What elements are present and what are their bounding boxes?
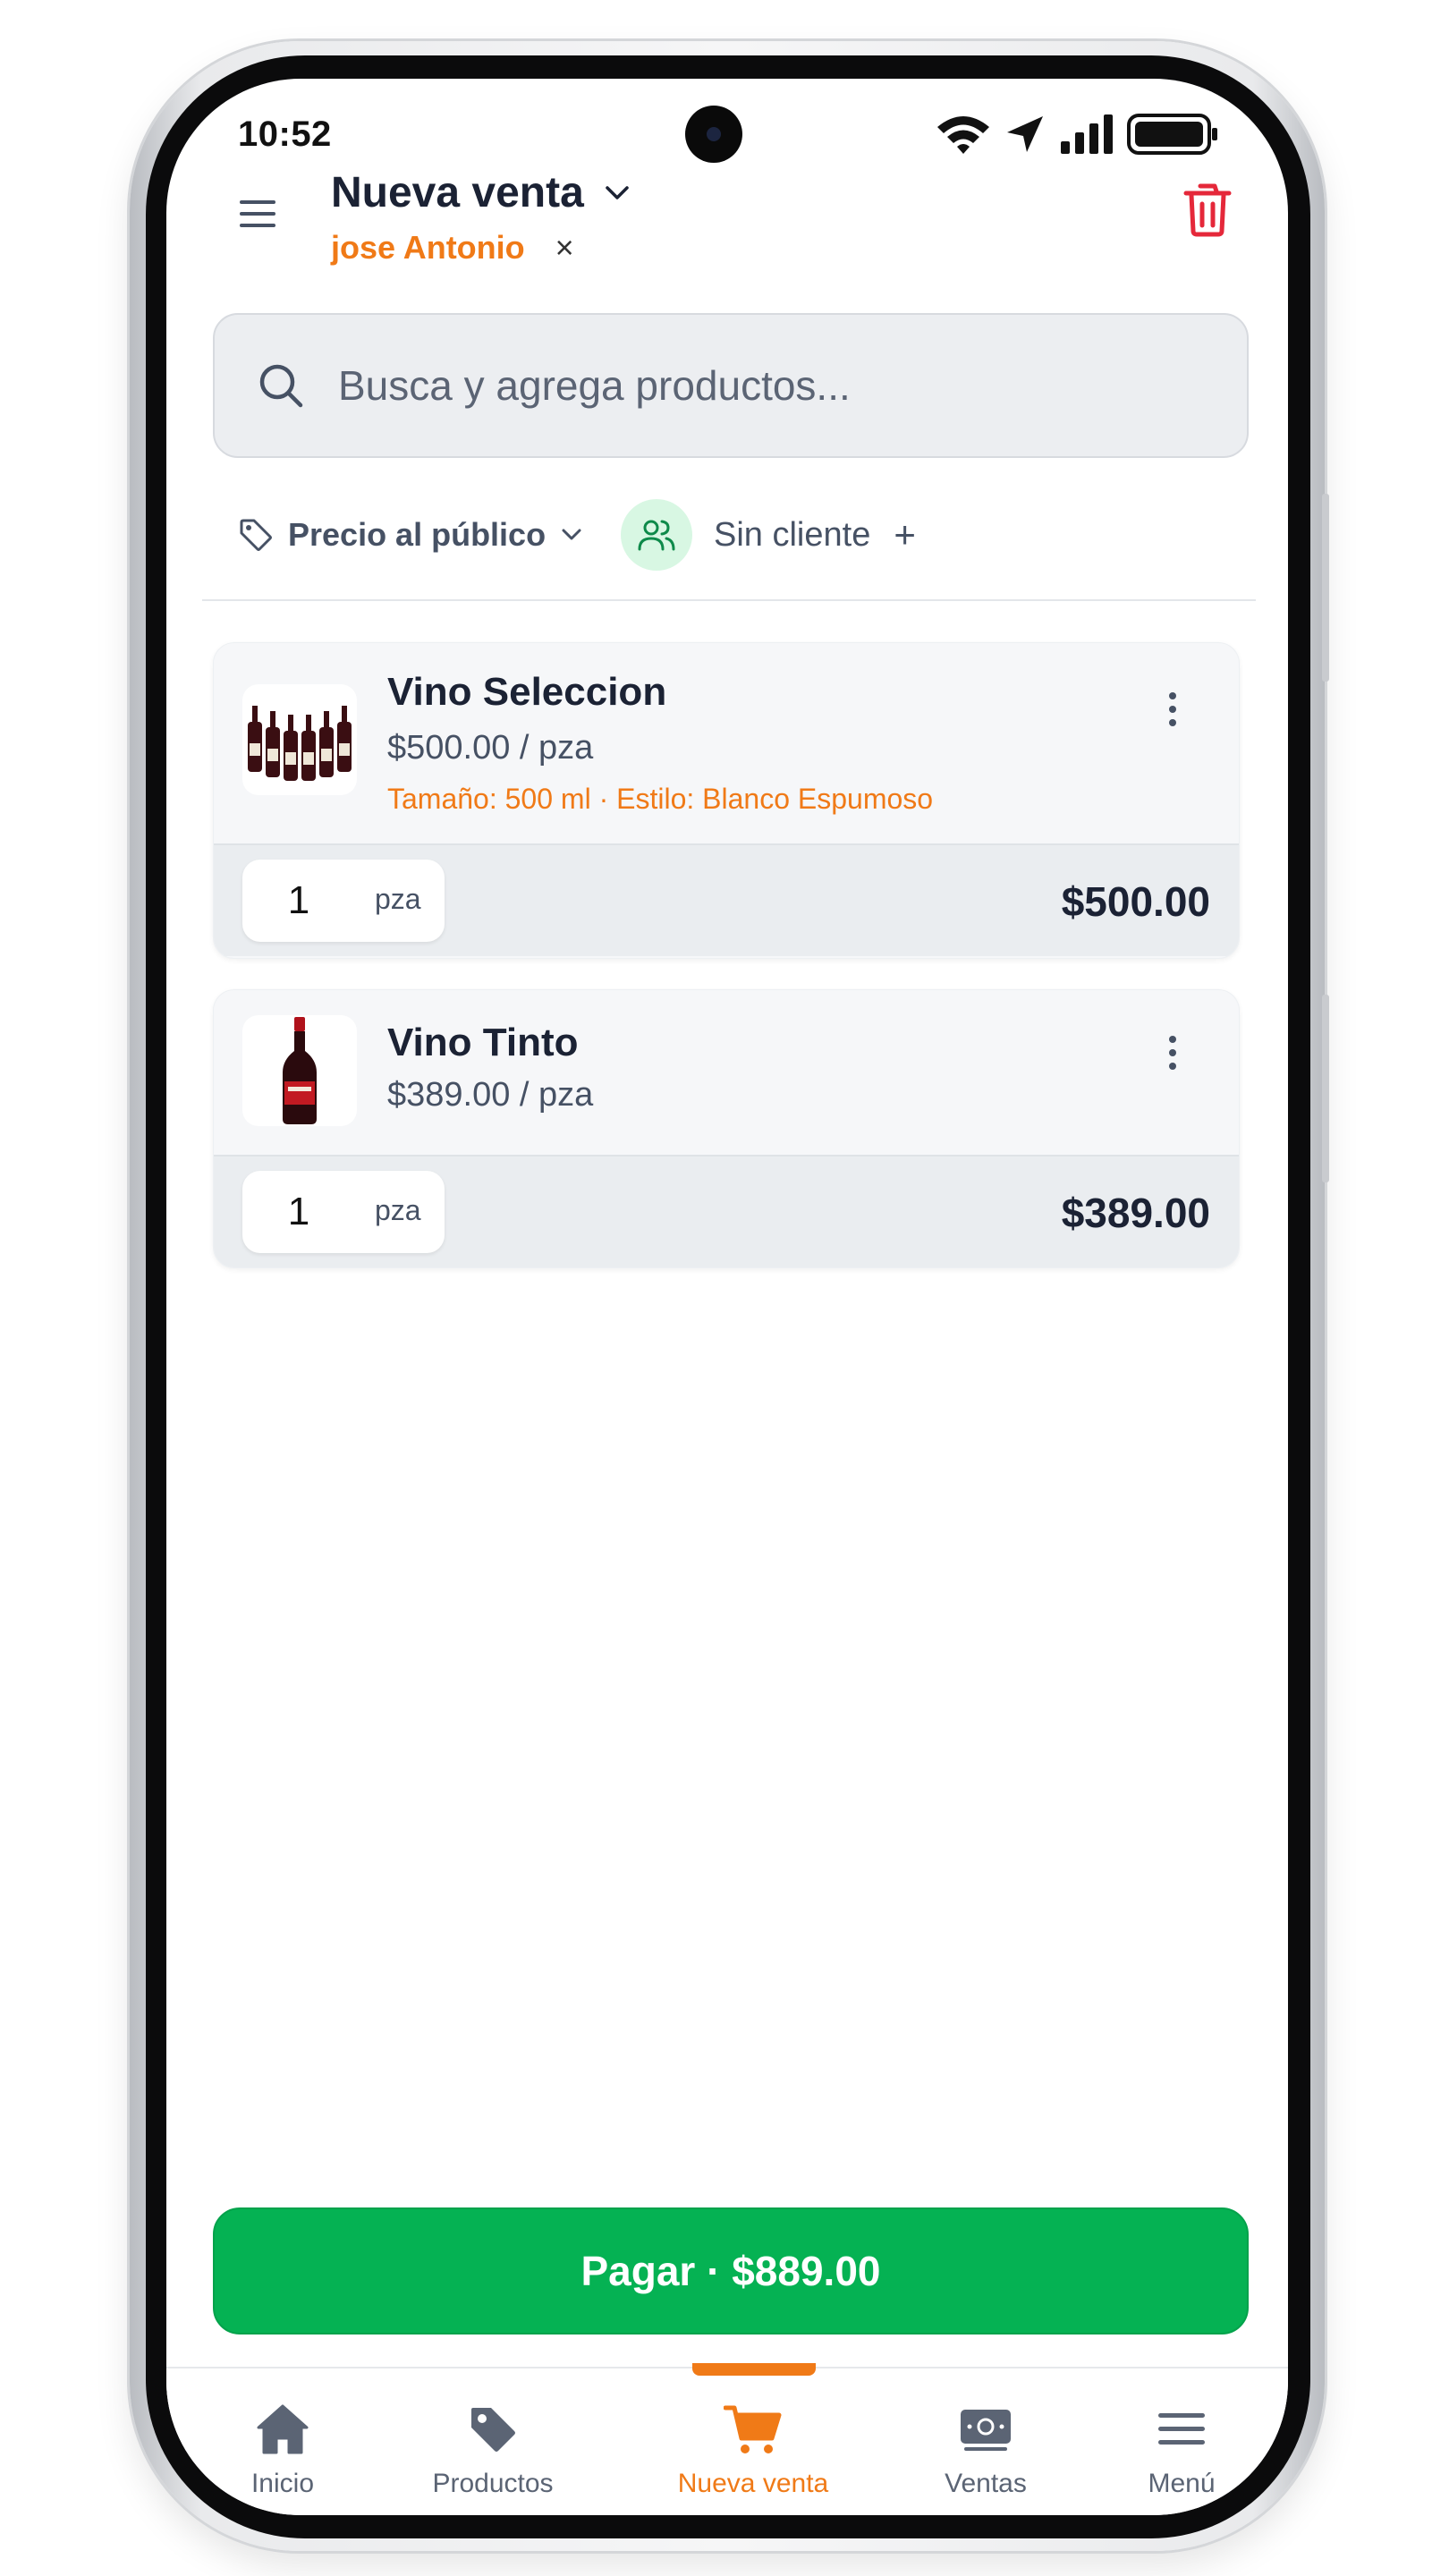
phone-side-button	[1322, 494, 1329, 682]
nav-item-inicio[interactable]: Inicio	[220, 2368, 345, 2515]
product-image	[242, 1015, 357, 1126]
product-name: Vino Tinto	[387, 1021, 579, 1064]
quantity-field[interactable]: pza	[242, 1171, 445, 1253]
nav-item-nueva-venta[interactable]: Nueva venta	[646, 2368, 860, 2515]
client-selector[interactable]: Sin cliente +	[621, 499, 916, 571]
product-variant: Tamaño: 500 ml · Estilo: Blanco Espumoso	[387, 783, 934, 815]
cash-icon	[961, 2410, 1011, 2451]
search-icon	[259, 364, 303, 408]
menu-icon	[1158, 2413, 1205, 2445]
item-options-button[interactable]	[1155, 1026, 1191, 1080]
quantity-unit: pza	[375, 1194, 421, 1226]
bottom-navigation: Inicio Productos Nueva venta Ventas Menú	[166, 2363, 1288, 2515]
nav-item-productos[interactable]: Productos	[408, 2368, 578, 2515]
kebab-dot	[1169, 706, 1176, 713]
status-icons	[936, 111, 1220, 157]
signal-icon	[1061, 114, 1113, 154]
nav-label: Productos	[432, 2469, 554, 2498]
price-list-label: Precio al público	[288, 516, 547, 553]
item-total: $389.00	[1061, 1190, 1210, 1236]
search-input[interactable]	[338, 361, 1143, 410]
kebab-dot	[1169, 1049, 1176, 1056]
users-icon	[638, 520, 675, 551]
phone-side-button	[1322, 995, 1329, 1182]
delete-sale-button[interactable]	[1182, 182, 1233, 238]
quantity-unit: pza	[375, 883, 421, 915]
sale-title-dropdown[interactable]: Nueva venta	[331, 168, 631, 217]
location-arrow-icon	[1007, 116, 1043, 152]
client-label: Sin cliente	[714, 515, 871, 554]
chevron-down-icon	[562, 529, 581, 540]
price-list-dropdown[interactable]: Precio al público	[238, 499, 583, 571]
add-client-icon[interactable]: +	[894, 513, 916, 556]
home-icon	[257, 2404, 309, 2454]
product-name: Vino Seleccion	[387, 670, 667, 714]
tag-icon	[471, 2408, 515, 2452]
chevron-down-icon	[606, 185, 629, 199]
quantity-field[interactable]: pza	[242, 860, 445, 942]
item-quantity-row: pza $500.00	[214, 843, 1239, 956]
client-avatar	[621, 499, 692, 571]
item-options-button[interactable]	[1155, 682, 1191, 736]
kebab-dot	[1169, 1036, 1176, 1043]
nav-label: Nueva venta	[677, 2469, 829, 2498]
kebab-dot	[1169, 1063, 1176, 1070]
clear-seller-button[interactable]: ×	[555, 229, 574, 267]
hamburger-icon	[240, 200, 275, 227]
nav-label: Menú	[1148, 2469, 1216, 2498]
page-title: Nueva venta	[331, 169, 584, 216]
divider	[202, 599, 1256, 601]
quantity-input[interactable]	[258, 1183, 339, 1241]
nav-label: Ventas	[945, 2469, 1027, 2498]
app-screen: 10:52 Nueva venta jose Antonio × Busca y…	[166, 79, 1288, 2515]
nav-item-ventas[interactable]: Ventas	[923, 2368, 1048, 2515]
wine-bottles-image	[248, 706, 352, 781]
kebab-dot	[1169, 719, 1176, 726]
item-quantity-row: pza $389.00	[214, 1155, 1239, 1267]
cart-item[interactable]: Vino Tinto $389.00 / pza pza $389.00	[213, 989, 1240, 1268]
nav-label: Inicio	[250, 2469, 315, 2498]
quantity-input[interactable]	[258, 872, 339, 929]
seller-name[interactable]: jose Antonio	[331, 229, 525, 267]
item-total: $500.00	[1061, 878, 1210, 925]
seller-row: jose Antonio ×	[331, 229, 574, 267]
wifi-icon	[937, 116, 989, 154]
product-image	[242, 684, 357, 795]
cart-item[interactable]: Vino Seleccion $500.00 / pza Tamaño: 500…	[213, 642, 1240, 959]
status-time: 10:52	[238, 114, 332, 154]
hamburger-menu-button[interactable]	[238, 193, 279, 234]
kebab-dot	[1169, 692, 1176, 699]
trash-icon	[1183, 183, 1232, 237]
front-camera	[685, 106, 742, 163]
nav-item-menu[interactable]: Menú	[1123, 2368, 1240, 2515]
product-unit-price: $389.00 / pza	[387, 1076, 594, 1114]
sale-filters: Precio al público Sin cliente +	[238, 499, 1222, 571]
battery-icon	[1127, 114, 1217, 155]
price-tag-icon	[240, 519, 272, 551]
pay-button[interactable]: Pagar · $889.00	[213, 2207, 1249, 2334]
cart-icon	[724, 2405, 782, 2453]
product-unit-price: $500.00 / pza	[387, 729, 594, 767]
product-search-bar[interactable]	[213, 313, 1249, 458]
red-wine-bottle-image	[283, 1017, 317, 1124]
